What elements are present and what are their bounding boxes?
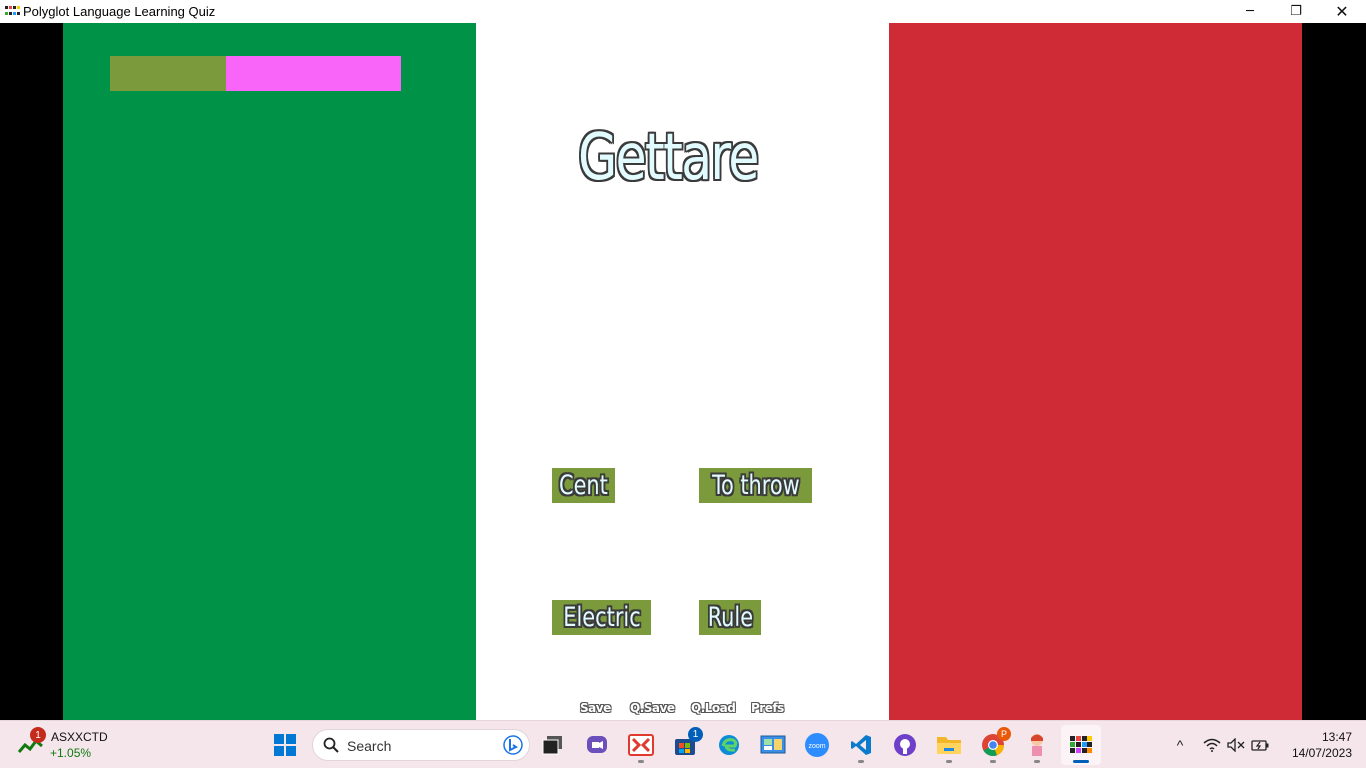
taskbar-chrome[interactable]: P (973, 725, 1013, 765)
preferences-button[interactable]: Prefs (751, 701, 784, 715)
polyglot-app-icon (5, 6, 20, 17)
window-title: Polyglot Language Learning Quiz (23, 4, 216, 19)
polyglot-icon (1070, 736, 1092, 753)
running-indicator (946, 760, 952, 763)
start-icon (274, 734, 296, 756)
stock-ticker: ASXXCTD (51, 730, 108, 744)
zoom-icon-label: zoom (808, 743, 825, 750)
show-hidden-icons-button[interactable]: ^ (1170, 735, 1190, 755)
renpy-icon (1031, 734, 1043, 756)
taskbar-control-panel[interactable] (753, 725, 793, 765)
maximize-button[interactable]: ❐ (1273, 0, 1319, 23)
clock-date: 14/07/2023 (1291, 746, 1352, 760)
stock-change: +1.05% (50, 746, 92, 760)
taskbar-search[interactable]: Search (312, 729, 530, 761)
title-bar: Polyglot Language Learning Quiz ─ ❐ ✕ (0, 0, 1366, 23)
taskbar-task-view[interactable] (533, 725, 573, 765)
taskbar-zoom[interactable]: zoom (797, 725, 837, 765)
wifi-button[interactable] (1202, 735, 1222, 755)
answer-button-1[interactable]: Cent (552, 468, 615, 503)
volume-button[interactable] (1226, 735, 1246, 755)
taskbar-store[interactable]: 1 (665, 725, 705, 765)
dc-app-icon (628, 734, 654, 756)
task-view-icon (542, 736, 562, 755)
answer-button-4[interactable]: Rule (699, 600, 761, 635)
quiz-progress-fill (110, 56, 227, 91)
clock-time: 13:47 (1321, 730, 1352, 744)
battery-charging-icon (1251, 740, 1269, 751)
taskbar-github[interactable] (885, 725, 925, 765)
quick-load-button[interactable]: Q.Load (691, 701, 736, 715)
bing-icon[interactable] (503, 735, 523, 755)
running-indicator (638, 760, 644, 763)
answer-label: To throw (711, 470, 800, 501)
running-indicator (990, 760, 996, 763)
store-badge: 1 (688, 727, 703, 742)
github-icon (894, 734, 916, 756)
flag-red-stripe (889, 23, 1302, 720)
taskbar: 1 ASXXCTD +1.05% Search 1 zoom P ^ 13:47… (0, 720, 1366, 768)
search-placeholder: Search (347, 738, 392, 754)
active-indicator (1073, 760, 1089, 763)
wifi-icon (1203, 738, 1221, 752)
edge-icon (719, 735, 739, 755)
answer-label: Electric (562, 602, 641, 633)
taskbar-clock[interactable]: 13:47 14/07/2023 (1282, 729, 1352, 761)
notification-badge: 1 (30, 727, 46, 743)
file-explorer-icon (937, 737, 961, 754)
taskbar-edge[interactable] (709, 725, 749, 765)
quiz-screen: Gettare Cent To throw Electric Rule Save… (0, 23, 1366, 720)
zoom-icon: zoom (805, 733, 829, 757)
taskbar-polyglot[interactable] (1061, 725, 1101, 765)
quiz-progress-bar (110, 56, 401, 91)
answer-label: Rule (707, 602, 753, 633)
taskbar-vscode[interactable] (841, 725, 881, 765)
running-indicator (858, 760, 864, 763)
volume-muted-icon (1227, 738, 1245, 752)
meet-icon (587, 736, 607, 753)
flag-green-stripe (63, 23, 476, 720)
taskbar-dc-app[interactable] (621, 725, 661, 765)
battery-button[interactable] (1250, 735, 1270, 755)
chrome-profile-badge: P (997, 727, 1011, 741)
control-panel-icon (760, 735, 786, 754)
answer-label: Cent (559, 470, 608, 501)
quiz-word: Gettare (578, 121, 759, 195)
running-indicator (1034, 760, 1040, 763)
start-button[interactable] (265, 725, 305, 765)
save-button[interactable]: Save (580, 701, 611, 715)
answer-button-2[interactable]: To throw (699, 468, 812, 503)
quick-save-button[interactable]: Q.Save (630, 701, 675, 715)
taskbar-meet[interactable] (577, 725, 617, 765)
close-button[interactable]: ✕ (1319, 0, 1365, 23)
answer-button-3[interactable]: Electric (552, 600, 651, 635)
stock-widget[interactable]: 1 ASXXCTD +1.05% (18, 727, 118, 763)
taskbar-renpy[interactable] (1017, 725, 1057, 765)
search-icon (323, 737, 339, 753)
minimize-button[interactable]: ─ (1227, 0, 1273, 23)
taskbar-file-explorer[interactable] (929, 725, 969, 765)
vscode-icon (851, 735, 871, 755)
